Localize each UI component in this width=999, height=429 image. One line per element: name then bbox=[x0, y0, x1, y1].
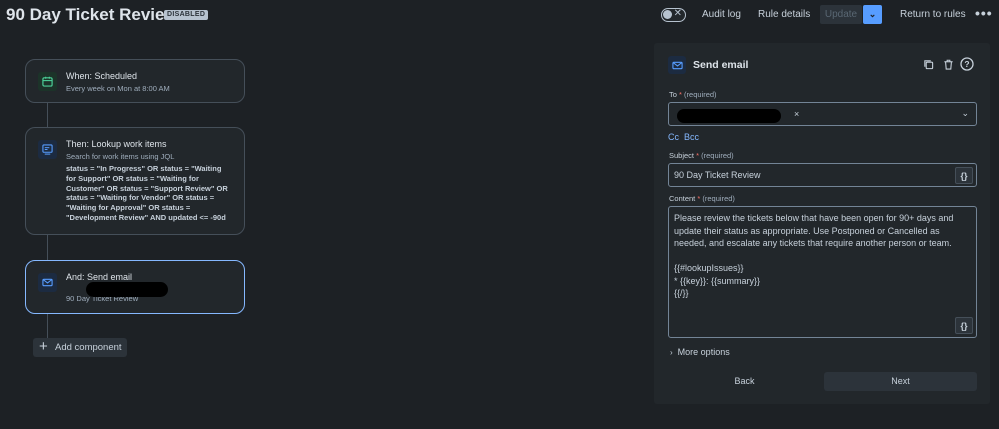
status-badge: DISABLED bbox=[164, 10, 209, 20]
subject-value: 90 Day Ticket Review bbox=[674, 170, 761, 180]
lookup-card[interactable]: Then: Lookup work items Search for work … bbox=[25, 127, 245, 235]
email-icon bbox=[38, 273, 57, 292]
duplicate-icon[interactable] bbox=[921, 57, 935, 71]
more-actions-button[interactable]: ••• bbox=[975, 6, 993, 20]
trigger-card[interactable]: When: Scheduled Every week on Mon at 8:0… bbox=[25, 59, 245, 103]
send-email-panel: Send email ? To * (required) × ⌄ Cc Bcc … bbox=[654, 43, 990, 404]
connector-line bbox=[47, 103, 48, 128]
send-email-title: And: Send email bbox=[66, 272, 133, 282]
audit-log-button[interactable]: Audit log bbox=[702, 6, 741, 24]
page-title: 90 Day Ticket Review bbox=[6, 5, 178, 24]
rule-enable-toggle[interactable]: ✕ bbox=[661, 8, 686, 22]
to-field[interactable]: × ⌄ bbox=[668, 102, 977, 126]
panel-title: Send email bbox=[693, 59, 749, 71]
subject-label: Subject * (required) bbox=[669, 151, 734, 160]
return-to-rules-button[interactable]: Return to rules bbox=[900, 6, 966, 24]
remove-recipient-icon[interactable]: × bbox=[794, 109, 799, 119]
redacted-recipient bbox=[677, 109, 781, 123]
connector-line bbox=[47, 235, 48, 260]
svg-text:?: ? bbox=[964, 59, 969, 69]
chevron-down-icon[interactable]: ⌄ bbox=[961, 108, 969, 119]
help-icon[interactable]: ? bbox=[960, 57, 974, 71]
content-label: Content * (required) bbox=[669, 194, 735, 203]
chevron-right-icon: › bbox=[670, 348, 673, 357]
add-component-label: Add component bbox=[55, 342, 122, 353]
update-dropdown-button[interactable]: ⌄ bbox=[863, 5, 882, 24]
toggle-off-icon: ✕ bbox=[673, 8, 682, 19]
connector-line bbox=[47, 314, 48, 338]
back-button[interactable]: Back bbox=[668, 372, 821, 391]
content-value: Please review the tickets below that hav… bbox=[674, 213, 954, 298]
lookup-jql: status = "In Progress" OR status = "Wait… bbox=[66, 164, 228, 222]
subject-field[interactable]: 90 Day Ticket Review {} bbox=[668, 163, 977, 187]
update-button[interactable]: Update bbox=[820, 5, 862, 24]
cc-link[interactable]: Cc bbox=[668, 132, 679, 142]
smart-values-button[interactable]: {} bbox=[955, 167, 973, 184]
top-bar: 90 Day Ticket Review DISABLED ✕ Audit lo… bbox=[0, 0, 999, 30]
bcc-link[interactable]: Bcc bbox=[684, 132, 699, 142]
add-component-button[interactable]: + Add component bbox=[33, 338, 127, 357]
more-options-toggle[interactable]: › More options bbox=[670, 347, 730, 357]
to-label: To * (required) bbox=[669, 90, 717, 99]
lookup-title: Then: Lookup work items bbox=[66, 139, 167, 149]
trigger-title: When: Scheduled bbox=[66, 71, 138, 81]
content-field[interactable]: Please review the tickets below that hav… bbox=[668, 206, 977, 338]
plus-icon: + bbox=[39, 338, 48, 355]
email-icon bbox=[668, 56, 686, 74]
search-list-icon bbox=[38, 140, 57, 159]
next-button[interactable]: Next bbox=[824, 372, 977, 391]
lookup-subtitle: Search for work items using JQL bbox=[66, 152, 175, 161]
delete-icon[interactable] bbox=[941, 57, 955, 71]
smart-values-button[interactable]: {} bbox=[955, 317, 973, 334]
toggle-knob bbox=[663, 10, 672, 19]
chevron-down-icon: ⌄ bbox=[868, 9, 877, 19]
send-email-card[interactable]: And: Send email 90 Day Ticket Review bbox=[25, 260, 245, 314]
trigger-subtitle: Every week on Mon at 8:00 AM bbox=[66, 84, 170, 93]
redacted-recipient bbox=[86, 282, 168, 297]
calendar-icon bbox=[38, 72, 57, 91]
rule-details-button[interactable]: Rule details bbox=[758, 6, 810, 24]
